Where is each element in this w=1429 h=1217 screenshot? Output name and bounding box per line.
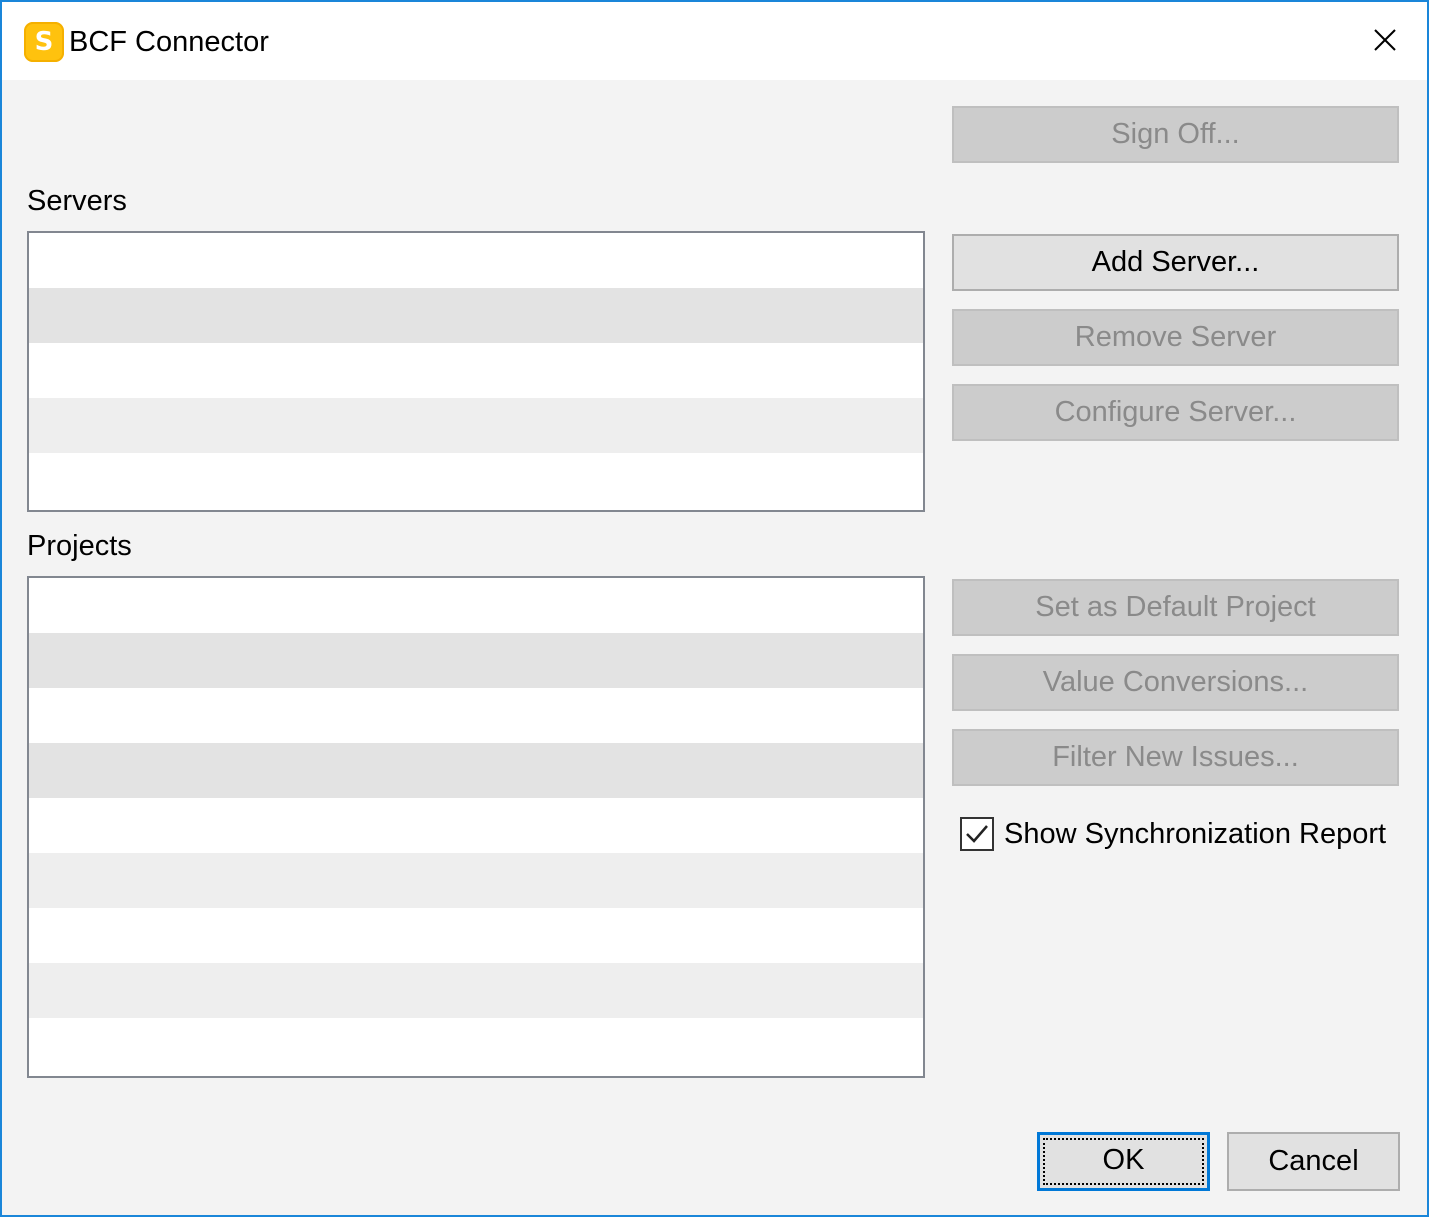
set-default-project-button[interactable]: Set as Default Project [952,579,1399,636]
servers-list[interactable] [27,231,925,512]
list-row[interactable] [29,1018,923,1073]
list-row[interactable] [29,633,923,688]
list-row[interactable] [29,743,923,798]
list-row[interactable] [29,963,923,1018]
filter-new-issues-button[interactable]: Filter New Issues... [952,729,1399,786]
configure-server-button[interactable]: Configure Server... [952,384,1399,441]
list-row[interactable] [29,288,923,343]
list-row[interactable] [29,908,923,963]
list-row[interactable] [29,798,923,853]
value-conversions-button[interactable]: Value Conversions... [952,654,1399,711]
projects-list[interactable] [27,576,925,1078]
app-logo-letter: S [34,27,54,57]
projects-label: Projects [27,530,132,562]
ok-button-label: OK [1102,1144,1145,1176]
app-logo-icon: S [24,22,64,62]
cancel-button[interactable]: Cancel [1227,1132,1400,1191]
show-sync-report-checkbox[interactable] [960,817,994,851]
list-row[interactable] [29,233,923,288]
servers-label: Servers [27,185,127,217]
bcf-connector-dialog: S BCF Connector Sign Off... Servers Add … [0,0,1429,1217]
list-row[interactable] [29,688,923,743]
sign-off-button[interactable]: Sign Off... [952,106,1399,163]
list-row[interactable] [29,853,923,908]
close-icon [1374,29,1396,51]
list-row[interactable] [29,398,923,453]
checkmark-icon [966,825,988,843]
add-server-button[interactable]: Add Server... [952,234,1399,291]
title-bar: S BCF Connector [2,2,1427,80]
list-row[interactable] [29,453,923,508]
close-button[interactable] [1357,14,1413,66]
window-title: BCF Connector [69,26,269,58]
list-row[interactable] [29,578,923,633]
ok-button[interactable]: OK [1037,1132,1210,1191]
show-sync-report-label[interactable]: Show Synchronization Report [1004,815,1386,853]
list-row[interactable] [29,343,923,398]
remove-server-button[interactable]: Remove Server [952,309,1399,366]
